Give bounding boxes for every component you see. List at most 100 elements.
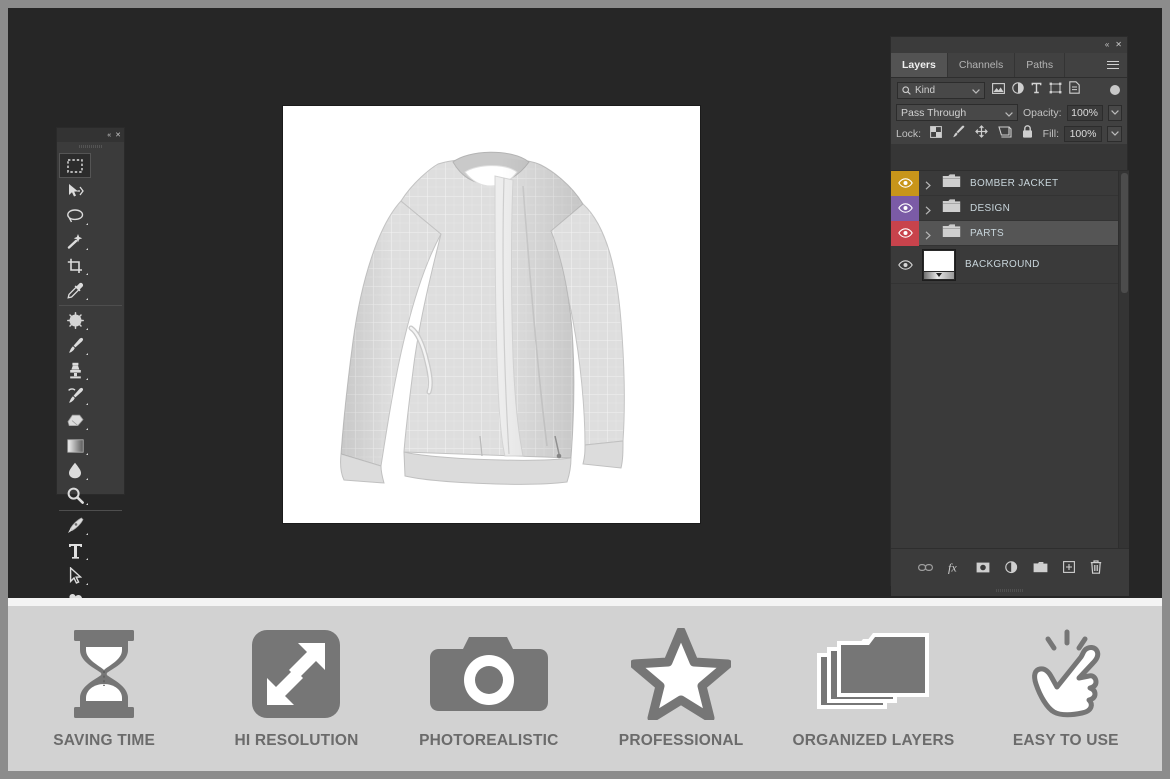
- blend-mode-select[interactable]: Pass Through: [896, 104, 1018, 121]
- expand-group-icon[interactable]: [925, 227, 938, 240]
- layers-panel-close-icon[interactable]: ✕: [1115, 41, 1122, 49]
- blur-tool[interactable]: [59, 458, 91, 483]
- layer-visibility-toggle[interactable]: [891, 171, 919, 196]
- feature-label: PROFESSIONAL: [619, 732, 744, 750]
- fill-stepper[interactable]: [1107, 126, 1122, 142]
- layer-visibility-toggle[interactable]: [891, 196, 919, 221]
- feature-easy-to-use: EASY TO USE: [980, 628, 1152, 750]
- layer-row-parts[interactable]: PARTS: [891, 221, 1129, 246]
- layers-panel-tabs: Layers Channels Paths: [891, 53, 1127, 78]
- layers-panel: « ✕ Layers Channels Paths Kind: [890, 36, 1128, 586]
- toolbox-collapse-icon[interactable]: «: [107, 132, 111, 139]
- tab-channels[interactable]: Channels: [948, 53, 1015, 77]
- photoshop-workspace: « ✕: [8, 8, 1162, 598]
- camera-icon: [429, 628, 549, 720]
- section-divider: [8, 598, 1162, 606]
- layers-panel-resize-grip[interactable]: [891, 585, 1129, 596]
- filter-shape-icon[interactable]: [1049, 81, 1062, 99]
- layers-scrollbar[interactable]: [1118, 171, 1129, 549]
- spot-healing-brush-tool[interactable]: [59, 308, 91, 333]
- layer-row-bomber-jacket[interactable]: BOMBER JACKET: [891, 171, 1129, 196]
- lock-position-icon[interactable]: [975, 125, 988, 143]
- feature-label: HI RESOLUTION: [234, 732, 358, 750]
- layers-panel-collapse-icon[interactable]: «: [1105, 41, 1109, 49]
- tab-paths-label: Paths: [1026, 59, 1053, 71]
- link-layers-icon[interactable]: [918, 563, 933, 572]
- filter-adjustment-icon[interactable]: [1012, 81, 1024, 99]
- toolbox-grip[interactable]: [57, 142, 124, 151]
- feature-organized-layers: ORGANIZED LAYERS: [787, 628, 959, 750]
- folder-icon: [942, 223, 961, 243]
- resize-arrows-icon: [252, 628, 340, 720]
- magic-wand-tool[interactable]: [59, 228, 91, 253]
- filter-smart-object-icon[interactable]: [1069, 81, 1080, 99]
- horizontal-type-tool[interactable]: [59, 538, 91, 563]
- tab-layers[interactable]: Layers: [891, 53, 948, 77]
- crop-tool[interactable]: [59, 253, 91, 278]
- opacity-input[interactable]: 100%: [1067, 105, 1103, 121]
- folder-icon: [942, 198, 961, 218]
- layer-visibility-toggle[interactable]: [891, 252, 919, 277]
- layer-thumbnail[interactable]: [922, 249, 956, 281]
- path-selection-tool[interactable]: [59, 563, 91, 588]
- opacity-stepper[interactable]: [1108, 105, 1122, 121]
- layer-row-design[interactable]: DESIGN: [891, 196, 1129, 221]
- feature-label: PHOTOREALISTIC: [419, 732, 558, 750]
- add-layer-style-icon[interactable]: fx: [948, 561, 961, 574]
- layer-filter-row: Kind: [891, 78, 1127, 102]
- pen-tool[interactable]: [59, 513, 91, 538]
- folder-stack-icon: [815, 628, 931, 720]
- lock-all-icon[interactable]: [1022, 125, 1033, 143]
- eye-icon: [898, 178, 913, 188]
- new-adjustment-layer-icon[interactable]: [1005, 561, 1018, 574]
- brush-tool[interactable]: [59, 333, 91, 358]
- layers-panel-footer: fx: [891, 548, 1129, 585]
- layer-row-background[interactable]: BACKGROUND: [891, 246, 1129, 284]
- lock-image-pixels-icon[interactable]: [952, 125, 965, 143]
- delete-layer-icon[interactable]: [1090, 560, 1102, 574]
- fill-label: Fill:: [1043, 128, 1059, 140]
- filter-type-icon[interactable]: [1031, 81, 1042, 99]
- feature-label: EASY TO USE: [1013, 732, 1119, 750]
- move-tool[interactable]: [59, 178, 91, 203]
- new-layer-icon[interactable]: [1063, 561, 1075, 573]
- filter-enable-toggle[interactable]: [1110, 85, 1120, 95]
- fill-input[interactable]: 100%: [1064, 126, 1102, 142]
- layer-name: DESIGN: [970, 203, 1010, 214]
- gradient-tool[interactable]: [59, 433, 91, 458]
- expand-group-icon[interactable]: [925, 177, 938, 190]
- filter-pixel-icon[interactable]: [992, 81, 1005, 99]
- history-brush-tool[interactable]: [59, 383, 91, 408]
- eye-icon: [898, 203, 913, 213]
- presentation-frame: « ✕: [8, 8, 1162, 771]
- eyedropper-tool[interactable]: [59, 278, 91, 303]
- expand-group-icon[interactable]: [925, 202, 938, 215]
- new-group-icon[interactable]: [1033, 561, 1048, 573]
- opacity-label: Opacity:: [1023, 107, 1062, 119]
- layers-panel-titlebar[interactable]: « ✕: [891, 37, 1127, 53]
- eraser-tool[interactable]: [59, 408, 91, 433]
- tap-hand-icon: [1023, 628, 1109, 720]
- lock-artboard-nesting-icon[interactable]: [998, 125, 1012, 143]
- lasso-tool[interactable]: [59, 203, 91, 228]
- lock-transparent-pixels-icon[interactable]: [930, 125, 942, 143]
- lock-label: Lock:: [896, 128, 921, 140]
- feature-label: ORGANIZED LAYERS: [792, 732, 954, 750]
- toolbox-close-icon[interactable]: ✕: [115, 132, 121, 139]
- chevron-down-icon: [1005, 104, 1013, 122]
- filter-kind-select[interactable]: Kind: [897, 82, 985, 99]
- tab-paths[interactable]: Paths: [1015, 53, 1065, 77]
- document-canvas[interactable]: [283, 106, 700, 523]
- filter-type-icons: [992, 81, 1080, 99]
- layer-name: PARTS: [970, 228, 1004, 239]
- panel-menu-icon[interactable]: [1099, 53, 1127, 77]
- opacity-value: 100%: [1071, 107, 1098, 119]
- layer-visibility-toggle[interactable]: [891, 221, 919, 246]
- clone-stamp-tool[interactable]: [59, 358, 91, 383]
- lock-icons: [930, 125, 1033, 143]
- add-layer-mask-icon[interactable]: [976, 562, 990, 573]
- rectangular-marquee-tool[interactable]: [59, 153, 91, 178]
- dodge-tool[interactable]: [59, 483, 91, 508]
- feature-bar: SAVING TIME HI RESOLUTION: [8, 606, 1162, 771]
- toolbox-titlebar[interactable]: « ✕: [57, 128, 124, 142]
